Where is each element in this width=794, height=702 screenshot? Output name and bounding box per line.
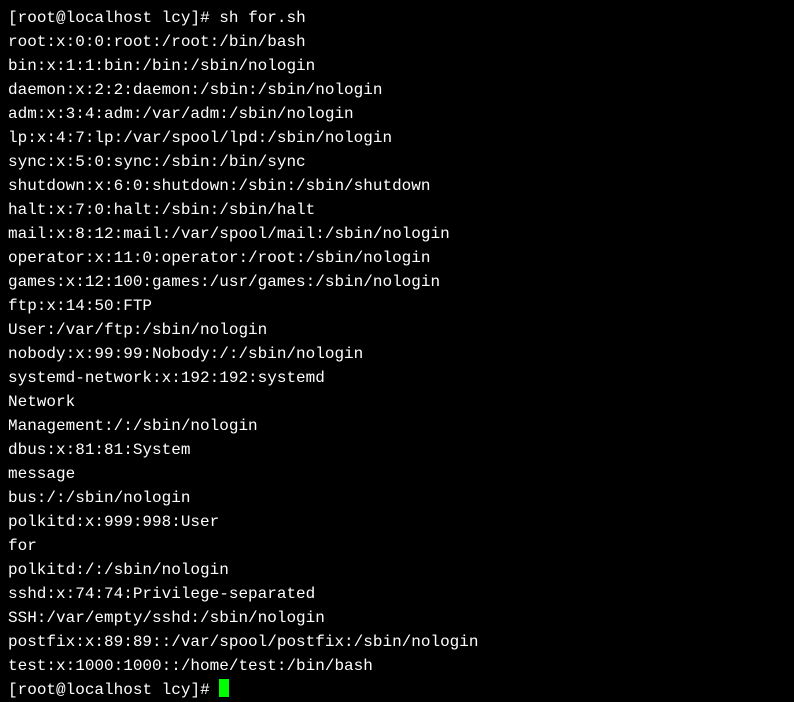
output-line: polkitd:/:/sbin/nologin: [8, 561, 229, 579]
output-line: User:/var/ftp:/sbin/nologin: [8, 321, 267, 339]
prompt-open-bracket: [: [8, 9, 18, 27]
terminal-cursor[interactable]: [219, 679, 229, 697]
prompt-line-2: [root@localhost lcy]#: [8, 681, 229, 699]
prompt-host: localhost: [66, 681, 152, 699]
output-line: sync:x:5:0:sync:/sbin:/bin/sync: [8, 153, 306, 171]
prompt-close-bracket: ]: [190, 9, 200, 27]
output-line: halt:x:7:0:halt:/sbin:/sbin/halt: [8, 201, 315, 219]
prompt-line-1: [root@localhost lcy]# sh for.sh: [8, 9, 306, 27]
prompt-host: localhost: [66, 9, 152, 27]
output-line: ftp:x:14:50:FTP: [8, 297, 152, 315]
output-line: message: [8, 465, 75, 483]
output-line: for: [8, 537, 37, 555]
output-line: postfix:x:89:89::/var/spool/postfix:/sbi…: [8, 633, 478, 651]
output-line: mail:x:8:12:mail:/var/spool/mail:/sbin/n…: [8, 225, 450, 243]
prompt-user: root: [18, 9, 56, 27]
prompt-open-bracket: [: [8, 681, 18, 699]
output-line: root:x:0:0:root:/root:/bin/bash: [8, 33, 306, 51]
output-line: bus:/:/sbin/nologin: [8, 489, 190, 507]
output-line: adm:x:3:4:adm:/var/adm:/sbin/nologin: [8, 105, 354, 123]
output-line: lp:x:4:7:lp:/var/spool/lpd:/sbin/nologin: [8, 129, 392, 147]
output-line: daemon:x:2:2:daemon:/sbin:/sbin/nologin: [8, 81, 382, 99]
output-line: nobody:x:99:99:Nobody:/:/sbin/nologin: [8, 345, 363, 363]
prompt-path: lcy: [162, 681, 191, 699]
output-line: Network: [8, 393, 75, 411]
prompt-symbol: #: [200, 9, 210, 27]
output-line: bin:x:1:1:bin:/bin:/sbin/nologin: [8, 57, 315, 75]
output-line: polkitd:x:999:998:User: [8, 513, 219, 531]
prompt-path: lcy: [162, 9, 191, 27]
prompt-at: @: [56, 9, 66, 27]
output-line: Management:/:/sbin/nologin: [8, 417, 258, 435]
output-line: systemd-network:x:192:192:systemd: [8, 369, 325, 387]
command-text: sh for.sh: [219, 9, 305, 27]
output-line: shutdown:x:6:0:shutdown:/sbin:/sbin/shut…: [8, 177, 430, 195]
output-line: dbus:x:81:81:System: [8, 441, 190, 459]
prompt-user: root: [18, 681, 56, 699]
output-line: operator:x:11:0:operator:/root:/sbin/nol…: [8, 249, 430, 267]
output-line: games:x:12:100:games:/usr/games:/sbin/no…: [8, 273, 440, 291]
output-line: sshd:x:74:74:Privilege-separated: [8, 585, 315, 603]
output-line: SSH:/var/empty/sshd:/sbin/nologin: [8, 609, 325, 627]
prompt-close-bracket: ]: [190, 681, 200, 699]
prompt-at: @: [56, 681, 66, 699]
terminal-container[interactable]: [root@localhost lcy]# sh for.sh root:x:0…: [8, 6, 786, 702]
output-line: test:x:1000:1000::/home/test:/bin/bash: [8, 657, 373, 675]
prompt-symbol: #: [200, 681, 210, 699]
